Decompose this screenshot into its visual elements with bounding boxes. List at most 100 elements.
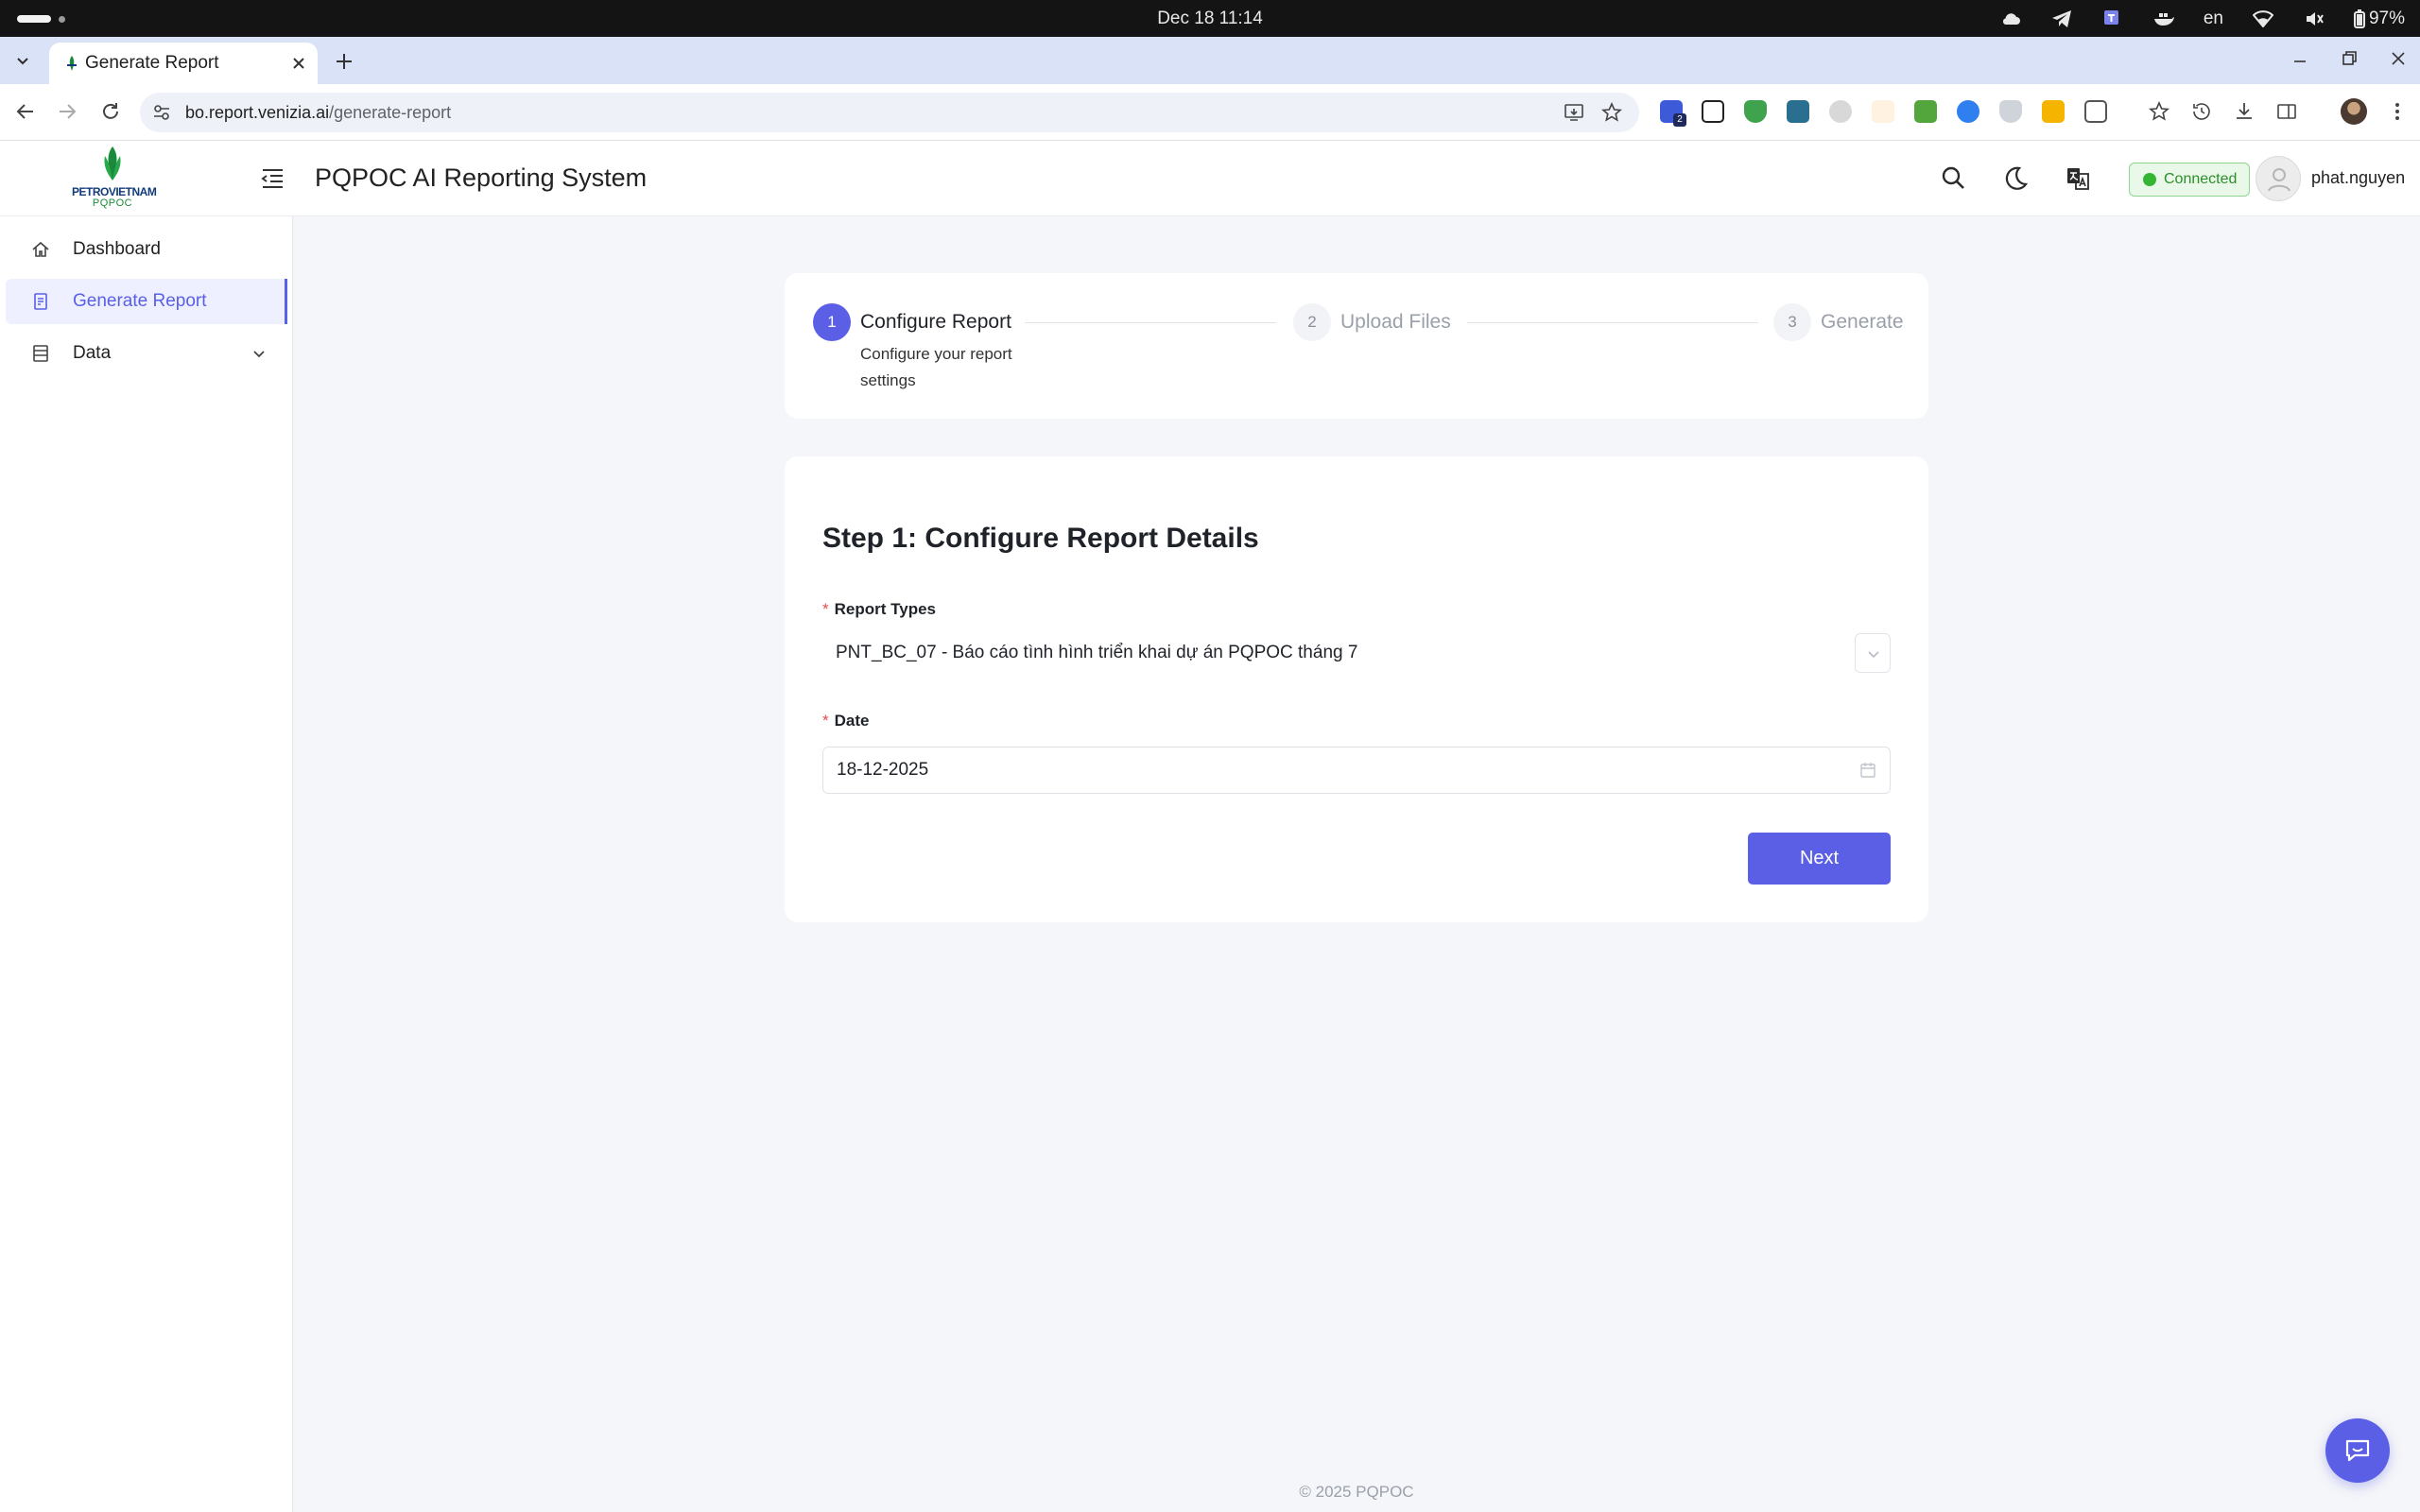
spark-extension-icon[interactable] xyxy=(1872,100,1894,123)
os-top-bar: Dec 18 11:14 en 97% xyxy=(0,0,2420,37)
step-number: 3 xyxy=(1773,303,1811,341)
browser-toolbar: bo.report.venizia.ai/generate-report 2 xyxy=(0,84,2420,141)
bookmark-star-icon[interactable] xyxy=(1601,102,1622,123)
system-tray: en 97% xyxy=(1999,6,2405,32)
wifi-icon[interactable] xyxy=(2252,8,2274,30)
site-info-icon[interactable] xyxy=(151,102,172,123)
keyboard-language[interactable]: en xyxy=(2204,9,2223,29)
calendar-icon[interactable] xyxy=(1859,762,1876,779)
chevron-down-icon[interactable] xyxy=(250,344,268,363)
side-panel-icon[interactable] xyxy=(2275,100,2298,123)
step-title: Upload Files xyxy=(1340,311,1451,333)
downloads-icon[interactable] xyxy=(2233,100,2256,123)
step-connector xyxy=(1467,322,1758,323)
tab-search-chevron-icon[interactable] xyxy=(11,49,34,72)
report-types-select[interactable]: PNT_BC_07 - Báo cáo tình hình triển khai… xyxy=(822,633,1891,673)
report-config-form: Step 1: Configure Report Details * Report… xyxy=(785,456,1928,922)
url-path: /generate-report xyxy=(329,103,452,122)
collapse-menu-icon[interactable] xyxy=(259,166,285,191)
shield-extension-icon[interactable] xyxy=(1744,100,1767,123)
step-number: 1 xyxy=(813,303,851,341)
app-header: PETROVIETNAM PQPOC PQPOC AI Reporting Sy… xyxy=(0,141,2420,216)
extension-translate-icon[interactable]: 2 xyxy=(1660,100,1686,127)
address-bar[interactable]: bo.report.venizia.ai/generate-report xyxy=(140,93,1639,132)
window-controls xyxy=(2290,48,2409,69)
sidebar-item-label: Data xyxy=(73,343,112,363)
close-tab-icon[interactable] xyxy=(289,54,308,73)
telegram-icon[interactable] xyxy=(2050,8,2073,30)
dark-mode-moon-icon[interactable] xyxy=(2000,163,2031,194)
date-input[interactable] xyxy=(823,747,1844,793)
new-tab-icon[interactable] xyxy=(333,50,355,73)
url-host: bo.report.venizia.ai xyxy=(185,103,330,122)
grammar-extension-icon[interactable] xyxy=(1914,100,1937,123)
data-icon xyxy=(31,344,50,363)
username[interactable]: phat.nguyen xyxy=(2311,168,2405,188)
logo-text-line1: PETROVIETNAM xyxy=(72,185,157,198)
connection-status-badge: Connected xyxy=(2129,163,2251,197)
extensions-puzzle-icon[interactable] xyxy=(2084,100,2107,123)
report-types-label-text: Report Types xyxy=(834,600,936,618)
report-icon xyxy=(31,292,50,311)
grey-extension-icon[interactable] xyxy=(1829,100,1852,123)
minimize-icon[interactable] xyxy=(2290,48,2310,69)
sidebar: Dashboard Generate Report Data xyxy=(0,216,293,1512)
sidebar-item-generate-report[interactable]: Generate Report xyxy=(6,279,287,324)
url-text[interactable]: bo.report.venizia.ai/generate-report xyxy=(185,103,451,123)
step-number: 2 xyxy=(1293,303,1331,341)
next-button[interactable]: Next xyxy=(1748,833,1891,885)
date-label: * Date xyxy=(822,712,869,730)
date-label-text: Date xyxy=(834,712,870,730)
browser-profile-avatar[interactable] xyxy=(2341,98,2367,125)
highlighter-extension-icon[interactable] xyxy=(2042,100,2065,123)
close-window-icon[interactable] xyxy=(2388,48,2409,69)
teams-icon[interactable] xyxy=(2101,8,2124,30)
dropdown-arrow-button[interactable] xyxy=(1855,633,1891,673)
docker-icon[interactable] xyxy=(2152,8,2175,30)
step-description: Configure your report settings xyxy=(860,345,1012,389)
sidebar-item-dashboard[interactable]: Dashboard xyxy=(6,227,287,272)
reload-icon[interactable] xyxy=(98,99,123,124)
back-icon[interactable] xyxy=(13,99,38,124)
search-icon[interactable] xyxy=(1939,163,1969,194)
step-connector xyxy=(1025,322,1276,323)
cloud-icon[interactable] xyxy=(1999,8,2022,30)
forward-icon[interactable] xyxy=(55,99,79,124)
notion-extension-icon[interactable] xyxy=(1702,100,1724,123)
browser-tab-active[interactable]: Generate Report xyxy=(49,43,318,84)
date-field[interactable] xyxy=(822,747,1891,794)
chevron-down-icon xyxy=(1868,651,1879,659)
volume-muted-icon[interactable] xyxy=(2303,8,2325,30)
image-extension-icon[interactable] xyxy=(1787,100,1809,123)
extension-badge: 2 xyxy=(1673,113,1686,127)
form-title: Step 1: Configure Report Details xyxy=(822,523,1259,554)
language-switch-icon[interactable] xyxy=(2063,163,2093,194)
reading-list-star-icon[interactable] xyxy=(2148,100,2170,123)
privacy-extension-icon[interactable] xyxy=(1999,100,2022,123)
footer-copyright: © 2025 PQPOC xyxy=(1299,1483,1414,1501)
flame-logo-icon xyxy=(104,146,121,180)
petrovietnam-favicon-icon xyxy=(62,54,81,73)
sidebar-item-label: Dashboard xyxy=(73,239,161,259)
browser-menu-icon[interactable] xyxy=(2386,99,2409,124)
user-avatar[interactable] xyxy=(2256,156,2301,201)
history-icon[interactable] xyxy=(2190,100,2213,123)
install-app-icon[interactable] xyxy=(1564,102,1584,123)
app-title: PQPOC AI Reporting System xyxy=(315,163,648,192)
logo-text-line2: PQPOC xyxy=(92,198,133,209)
required-mark: * xyxy=(822,712,829,730)
battery-indicator[interactable]: 97% xyxy=(2353,8,2405,30)
steps-progress-card: 1 Configure Report Configure your report… xyxy=(785,273,1928,419)
check-extension-icon[interactable] xyxy=(1957,100,1979,123)
restore-icon[interactable] xyxy=(2339,48,2360,69)
sidebar-item-data[interactable]: Data xyxy=(6,331,287,376)
report-types-selected-value: PNT_BC_07 - Báo cáo tình hình triển khai… xyxy=(836,643,1358,662)
browser-tab-strip: Generate Report xyxy=(0,37,2420,84)
petrovietnam-logo[interactable]: PETROVIETNAM PQPOC xyxy=(72,141,157,216)
sidebar-item-label: Generate Report xyxy=(73,291,207,311)
active-indicator xyxy=(285,279,287,324)
battery-percent: 97% xyxy=(2368,9,2405,28)
step-title: Generate xyxy=(1821,311,1904,333)
battery-icon xyxy=(2353,9,2365,28)
chat-support-button[interactable] xyxy=(2325,1418,2390,1483)
